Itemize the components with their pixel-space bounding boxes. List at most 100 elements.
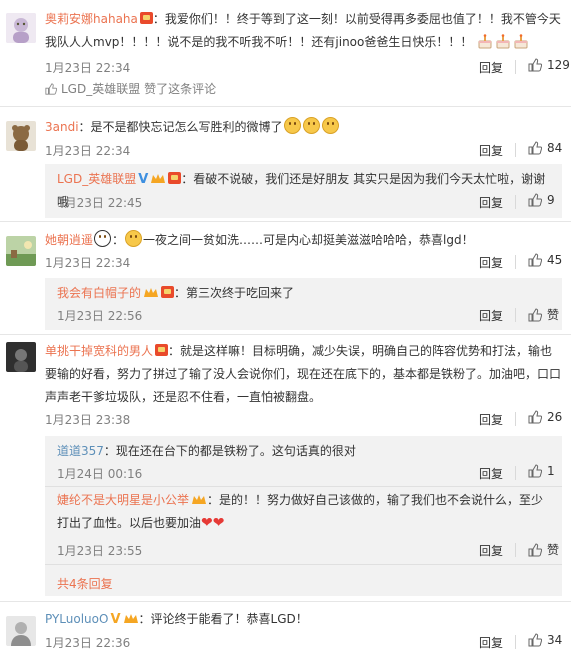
thumb-up-icon [528,193,542,207]
crown-icon [123,614,138,623]
cake-icon [495,34,511,49]
more-replies-link[interactable]: 共4条回复 [57,575,113,592]
comment-body: ：第三次终于吃回来了 [174,286,295,300]
comment-body: ：现在还在台下的都是铁粉了。这句话真的很对 [103,444,356,458]
like-count: 9 [547,193,555,207]
reply-button[interactable]: 回复 [479,142,503,159]
commenter-name[interactable]: 奥莉安娜hahaha [45,12,138,26]
red-packet-badge [161,286,175,298]
comment-time: 1月23日 22:34 [45,61,131,75]
emoji-icon [302,117,320,134]
comment-time: 1月23日 22:36 [45,636,131,650]
divider [45,564,562,565]
red-packet-badge [155,344,169,356]
comment-item: 奥莉安娜hahaha ：我爱你们！！终于等到了这一刻！以前受得再多委屈也值了！！我… [0,0,571,100]
heart-icon: ❤ [212,515,225,531]
crown-icon [192,495,207,504]
commenter-name[interactable]: 道道357 [57,444,104,458]
verified-icon: V [138,172,149,187]
comment-text: PYLuoluoO V ：评论终于能看了！恭喜LGD！ [45,608,561,631]
avatar[interactable] [6,236,36,266]
reply-button[interactable]: 回复 [479,254,503,271]
cake-icon [513,34,529,49]
like-button[interactable]: 赞 [528,541,559,558]
divider [515,60,516,74]
commenter-name[interactable]: 单挑干掉宽科的男人 [45,344,153,358]
like-count: 赞 [547,543,560,557]
reply-button[interactable]: 回复 [479,194,503,211]
cake-icon [477,34,493,49]
like-button[interactable]: 1 [528,464,555,478]
like-count: 26 [547,410,563,424]
like-button[interactable]: 26 [528,410,562,424]
comment-time: 1月23日 22:56 [57,309,143,323]
avatar[interactable] [6,121,36,151]
comment-text: 3andi：是不是都快忘记怎么写胜利的微博了 [45,116,561,139]
commenter-name[interactable]: 3andi [45,120,79,134]
heart-icon: ❤ [201,515,213,531]
reply-button[interactable]: 回复 [479,59,503,76]
like-button[interactable]: 84 [528,141,562,155]
liked-by-line: LGD_英雄联盟 赞了这条评论 [45,80,216,97]
emoji-icon [125,230,143,247]
like-button[interactable]: 129 [528,58,570,72]
red-packet-badge [168,172,182,184]
comment-body: 一夜之间一贫如洗……可是内心却挺美滋滋哈哈哈，恭喜lgd！ [143,233,474,247]
sub-comment: 我会有白帽子的 ：第三次终于吃回来了 1月23日 22:56 回复 赞 [45,278,562,330]
like-count: 84 [547,141,563,155]
avatar[interactable] [6,342,36,372]
comment-item: 3andi：是不是都快忘记怎么写胜利的微博了 1月23日 22:34 回复 84… [0,107,571,220]
divider [515,143,516,157]
avatar[interactable] [6,13,36,43]
like-count: 45 [547,253,563,267]
thumb-up-icon [528,542,542,556]
comment-body: ：评论终于能看了！恭喜LGD！ [138,612,308,626]
comment-time: 1月23日 22:45 [57,196,143,210]
reply-button[interactable]: 回复 [479,465,503,482]
comment-item: PYLuoluoO V ：评论终于能看了！恭喜LGD！ 1月23日 22:36 回复… [0,602,571,654]
sub-comment: LGD_英雄联盟 V ：看破不说破，我们还是好朋友 其实只是因为我们今天太忙啦，谢谢… [45,164,562,218]
comment-list: 奥莉安娜hahaha ：我爱你们！！终于等到了这一刻！以前受得再多委屈也值了！！我… [0,0,571,654]
comment-time: 1月23日 23:38 [45,413,131,427]
comment-text: 我会有白帽子的 ：第三次终于吃回来了 [57,282,554,305]
divider [515,308,516,322]
comment-text: 婕纶不是大明星是小公举 ：是的！！努力做好自己该做的，输了我们也不会说什么，至少打… [57,489,554,535]
commenter-name[interactable]: PYLuoluoO [45,612,108,626]
liked-by-text: 赞了这条评论 [144,82,217,96]
sub-comment-group: 道道357：现在还在台下的都是铁粉了。这句话真的很对 1月24日 00:16 回… [45,436,562,596]
comment-text: 单挑干掉宽科的男人 ：就是这样嘛！目标明确，减少失误，明确自己的阵容优势和打法，输… [45,340,561,409]
thumb-up-icon [528,141,542,155]
divider [515,255,516,269]
reply-button[interactable]: 回复 [479,542,503,559]
comment-item: 单挑干掉宽科的男人 ：就是这样嘛！目标明确，减少失误，明确自己的阵容优势和打法，输… [0,335,571,600]
like-count: 129 [547,58,570,72]
reply-button[interactable]: 回复 [479,634,503,651]
divider [515,635,516,649]
crown-icon [151,174,166,183]
comment-item: 她朝逍遥：一夜之间一贫如洗……可是内心却挺美滋滋哈哈哈，恭喜lgd！ 1月23日… [0,222,571,334]
emoji-icon [94,230,112,247]
commenter-name[interactable]: 我会有白帽子的 [57,286,141,300]
like-count: 34 [547,633,563,647]
emoji-icon [321,117,339,134]
comment-text: 她朝逍遥：一夜之间一贫如洗……可是内心却挺美滋滋哈哈哈，恭喜lgd！ [45,229,561,252]
comment-time: 1月23日 22:34 [45,144,131,158]
like-button[interactable]: 34 [528,633,562,647]
reply-button[interactable]: 回复 [479,307,503,324]
commenter-name[interactable]: 婕纶不是大明星是小公举 [57,493,189,507]
divider [515,195,516,209]
avatar[interactable] [6,616,36,646]
like-count: 1 [547,464,555,478]
commenter-name[interactable]: 她朝逍遥 [45,233,93,247]
thumb-up-icon [528,58,542,72]
liked-by-name[interactable]: LGD_英雄联盟 [61,80,140,97]
comment-time: 1月23日 22:34 [45,256,131,270]
like-button[interactable]: 45 [528,253,562,267]
comment-text: 道道357：现在还在台下的都是铁粉了。这句话真的很对 [57,440,554,463]
like-button[interactable]: 赞 [528,306,559,323]
like-button[interactable]: 9 [528,193,555,207]
commenter-name[interactable]: LGD_英雄联盟 [57,172,136,186]
comment-time: 1月23日 23:55 [57,544,143,558]
reply-button[interactable]: 回复 [479,411,503,428]
thumb-up-icon [528,633,542,647]
